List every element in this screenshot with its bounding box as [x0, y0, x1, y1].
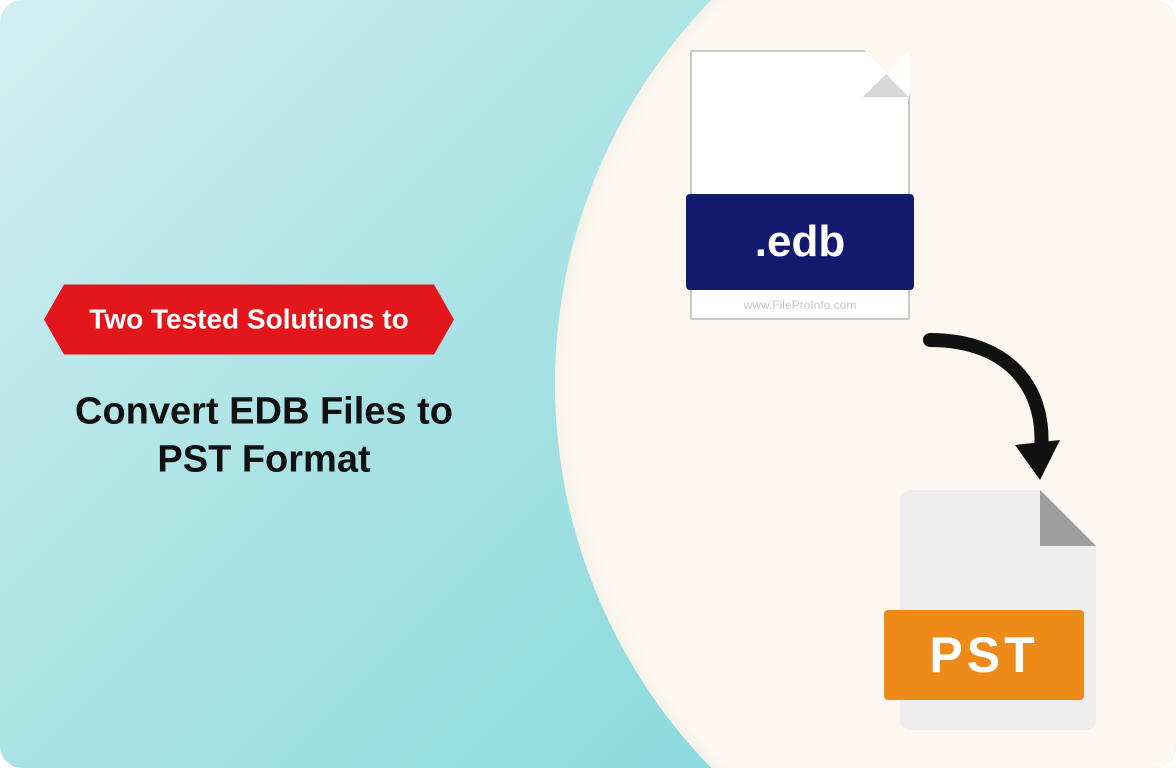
subtitle-line-2: PST Format	[157, 438, 370, 480]
ribbon: Two Tested Solutions to	[34, 285, 464, 371]
arrow-icon	[910, 330, 1070, 500]
file-page: PST	[900, 490, 1096, 730]
hero-banner: Two Tested Solutions to Convert EDB File…	[0, 0, 1176, 768]
edb-extension-label: .edb	[686, 194, 914, 290]
pst-extension-label: PST	[884, 610, 1084, 700]
subtitle: Convert EDB Files to PST Format	[34, 389, 494, 484]
illustration: .edb www.FileProInfo.com PST	[640, 40, 1160, 728]
file-page: .edb www.FileProInfo.com	[690, 50, 910, 320]
edb-file-icon: .edb www.FileProInfo.com	[690, 50, 950, 340]
headline-block: Two Tested Solutions to Convert EDB File…	[34, 285, 504, 484]
ribbon-label: Two Tested Solutions to	[64, 285, 434, 355]
pst-file-icon: PST	[900, 490, 1110, 740]
subtitle-line-1: Convert EDB Files to	[75, 391, 453, 433]
edb-watermark: www.FileProInfo.com	[692, 298, 908, 312]
